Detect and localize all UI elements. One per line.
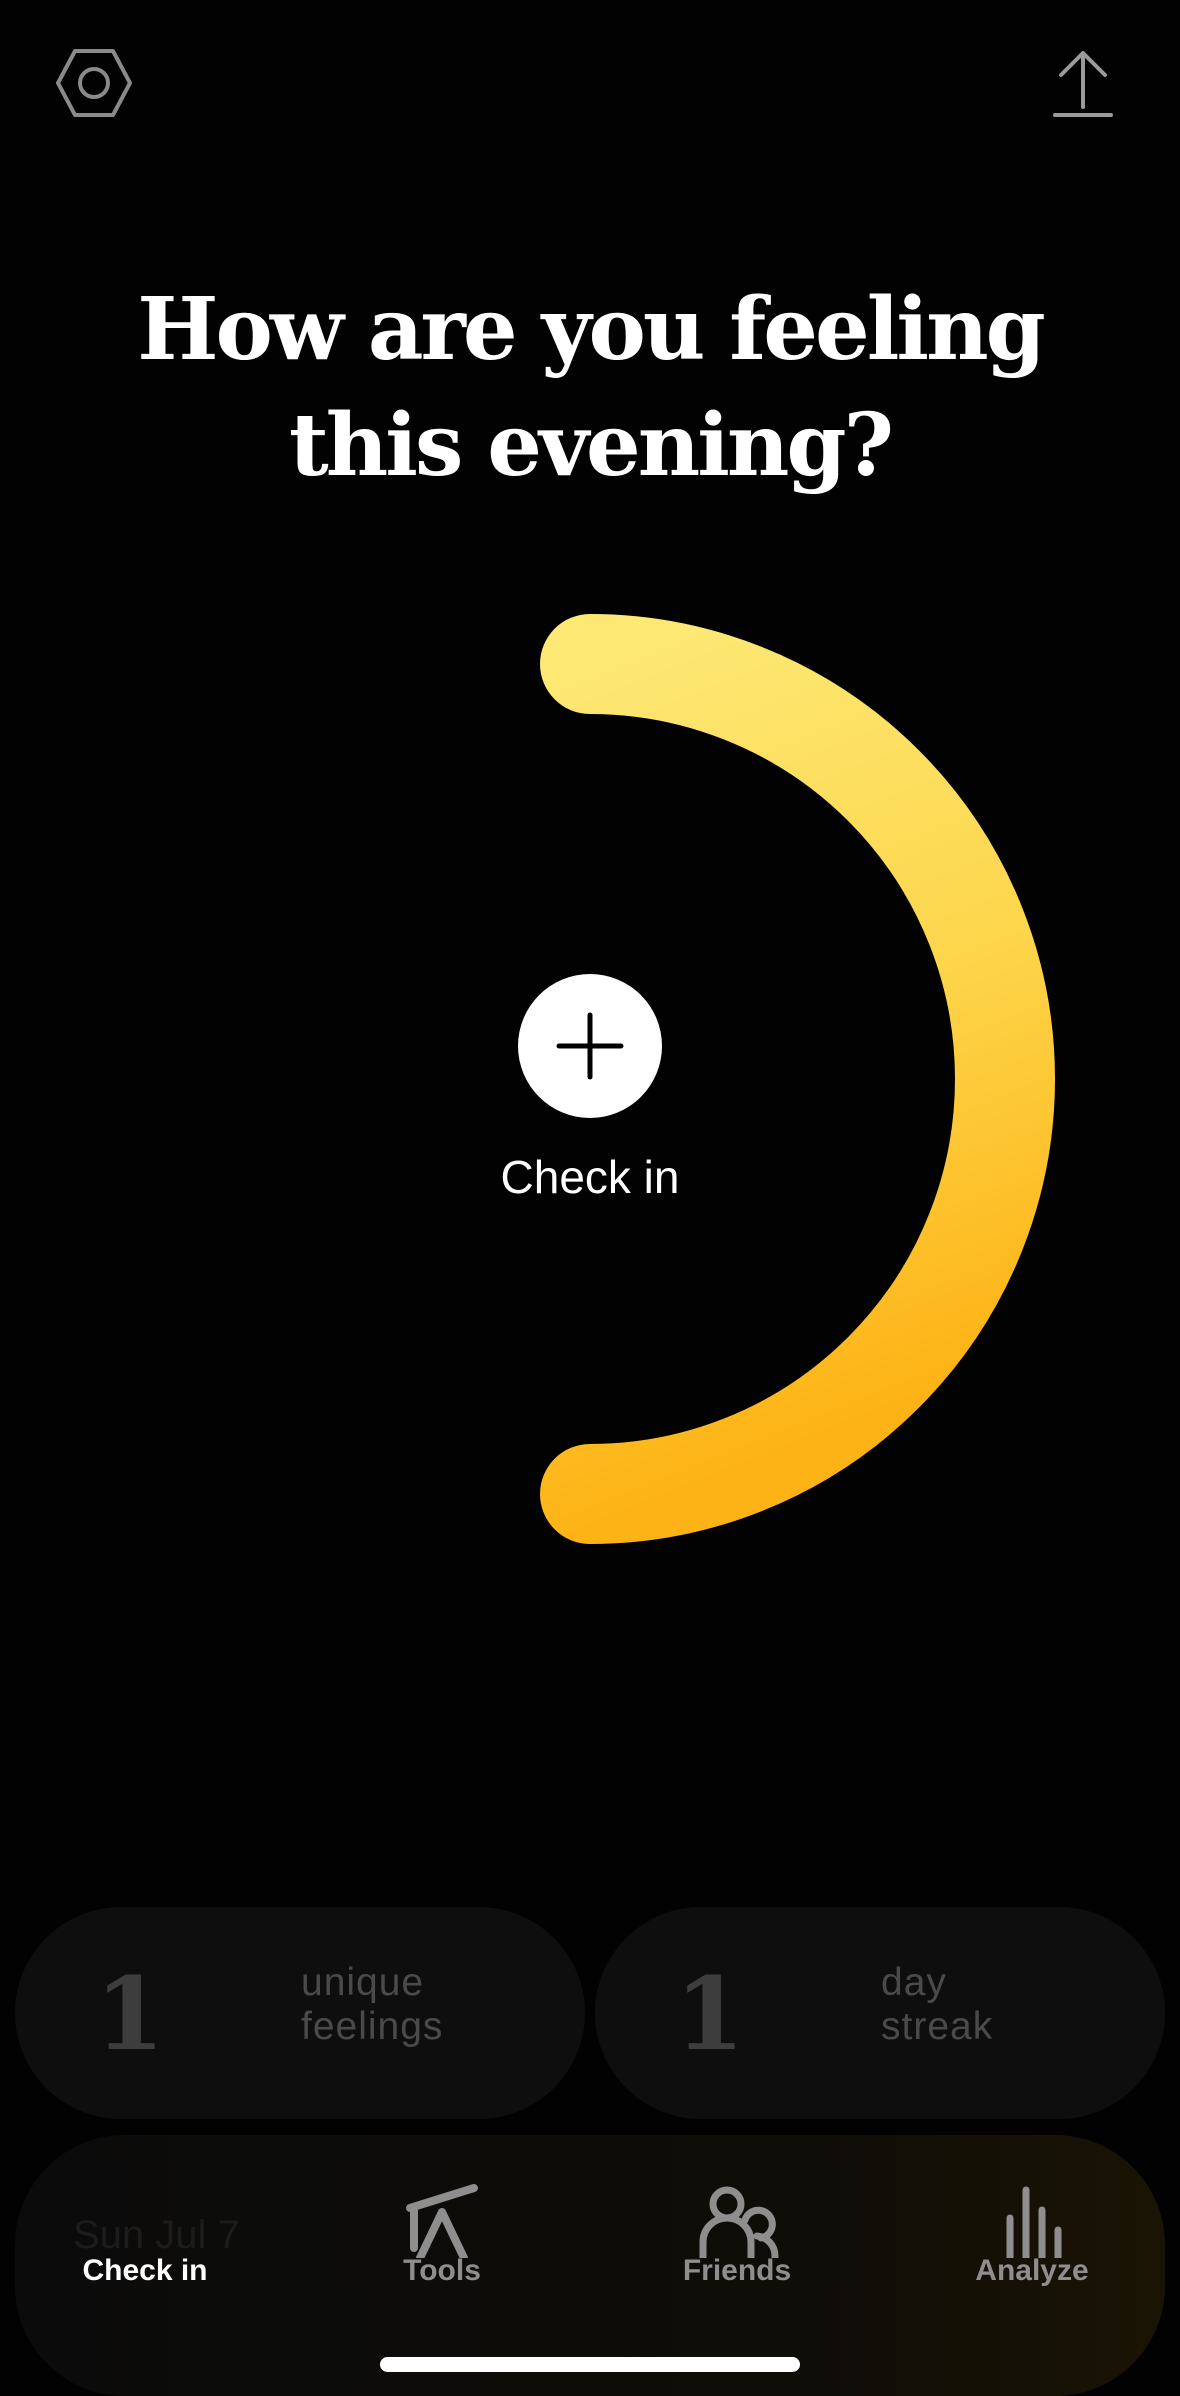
tab-friends[interactable]: Friends xyxy=(637,2150,837,2320)
stat-caption-line-1: day xyxy=(881,1961,947,2004)
unique-feelings-stat[interactable]: 1 unique feelings xyxy=(15,1907,585,2119)
stat-caption-line-2: streak xyxy=(881,2005,994,2048)
tab-label: Check in xyxy=(82,2254,208,2287)
stat-caption: day streak xyxy=(881,1961,993,2049)
stat-caption-line-2: feelings xyxy=(301,2005,444,2048)
stat-caption-line-1: unique xyxy=(301,1961,425,2004)
plus-multicolor-icon xyxy=(105,2184,185,2258)
mood-arc[interactable] xyxy=(0,0,1180,1700)
tab-bar: Check in Tools Friends Analyze xyxy=(0,2150,1180,2320)
tab-label: Friends xyxy=(682,2254,792,2287)
check-in-button[interactable] xyxy=(518,974,662,1118)
bar-chart-icon xyxy=(1006,2186,1062,2258)
stat-value: 1 xyxy=(95,1955,165,2073)
tab-analyze[interactable]: Analyze xyxy=(932,2150,1132,2320)
stat-value: 1 xyxy=(675,1955,745,2073)
tab-tools[interactable]: Tools xyxy=(342,2150,542,2320)
plus-icon xyxy=(556,1012,624,1080)
stat-caption: unique feelings xyxy=(301,1961,443,2049)
check-in-label[interactable]: Check in xyxy=(390,1150,790,1204)
tools-icon xyxy=(406,2184,478,2258)
tab-label: Tools xyxy=(403,2254,481,2287)
tab-check-in[interactable]: Check in xyxy=(45,2150,245,2320)
tab-label: Analyze xyxy=(975,2254,1089,2287)
friends-icon xyxy=(699,2186,779,2258)
home-indicator[interactable] xyxy=(380,2357,800,2372)
day-streak-stat[interactable]: 1 day streak xyxy=(595,1907,1165,2119)
